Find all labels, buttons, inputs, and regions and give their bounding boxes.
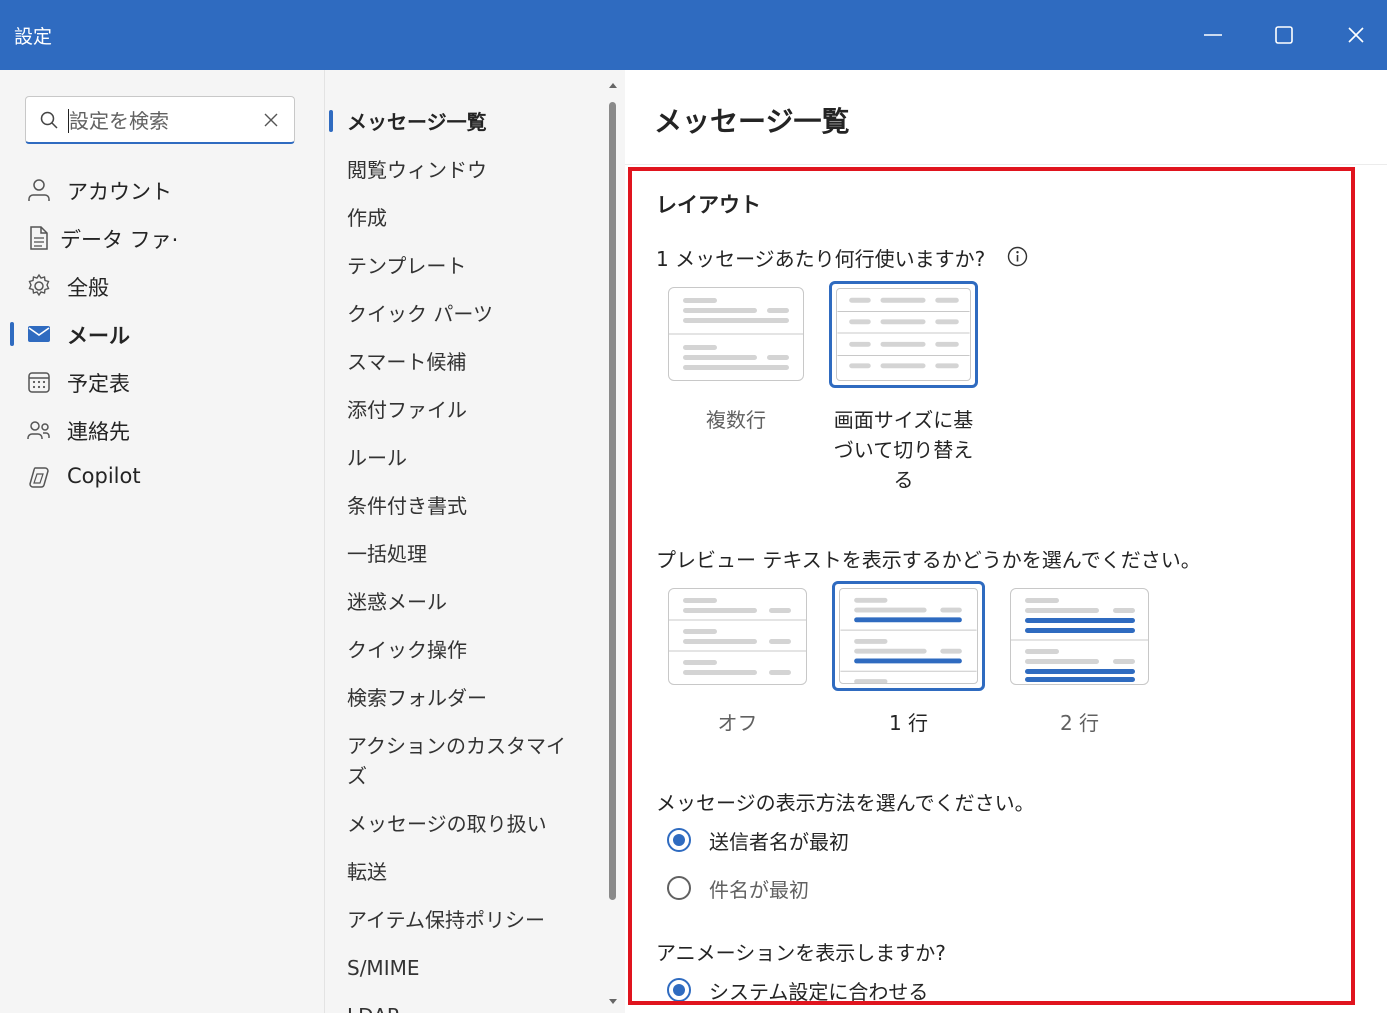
mail-nav-item[interactable]: クイック操作: [347, 635, 467, 665]
scroll-down-icon[interactable]: [606, 996, 620, 1008]
mail-nav-item[interactable]: クイック パーツ: [347, 299, 493, 329]
close-icon: [1348, 27, 1364, 43]
mail-nav-item[interactable]: LDAP: [347, 1001, 399, 1013]
mail-nav-item[interactable]: 迷惑メール: [347, 587, 447, 617]
section-heading-layout: レイアウト: [656, 193, 761, 217]
window-title: 設定: [14, 26, 53, 48]
preview-one-line-option[interactable]: [832, 581, 985, 691]
layout-multiline-option[interactable]: [668, 287, 804, 381]
system-setting-radio[interactable]: [667, 978, 691, 1002]
preview-off-option[interactable]: [668, 588, 807, 685]
nav-item-label: データ ファ·: [60, 228, 179, 252]
mail-nav-item[interactable]: 転送: [347, 857, 387, 887]
layout-auto-option[interactable]: [829, 281, 978, 388]
mail-nav-item[interactable]: テンプレート: [347, 251, 466, 281]
preview-one-line-icon: [839, 588, 978, 684]
mail-nav-item[interactable]: 閲覧ウィンドウ: [347, 155, 487, 185]
nav-item-label: 連絡先: [67, 420, 130, 444]
clear-search-icon[interactable]: [262, 111, 280, 129]
sender-first-radio[interactable]: [667, 828, 691, 852]
preview-two-lines-icon: [1011, 598, 1148, 682]
document-icon: [30, 226, 48, 250]
radio-label: 件名が最初: [709, 878, 809, 902]
minimize-icon: [1204, 34, 1222, 36]
mail-nav-item[interactable]: 添付ファイル: [347, 395, 467, 425]
option-label: 2 行: [1059, 711, 1100, 735]
subject-first-radio[interactable]: [667, 876, 691, 900]
scroll-up-icon[interactable]: [606, 79, 620, 91]
mail-icon: [28, 326, 50, 342]
mail-nav-item[interactable]: ルール: [347, 443, 407, 473]
option-label: 1 行: [888, 711, 929, 735]
maximize-icon: [1275, 26, 1293, 44]
search-icon: [40, 111, 58, 129]
nav-item-label: メール: [67, 324, 130, 348]
multiline-preview-icon: [669, 298, 803, 370]
nav-item-label: 全般: [67, 276, 109, 300]
lines-question: 1 メッセージあたり何行使いますか?: [656, 247, 986, 271]
mail-nav-item[interactable]: スマート候補: [347, 347, 466, 377]
person-icon: [28, 179, 50, 201]
option-label: 複数行: [706, 408, 766, 432]
settings-search-box[interactable]: [25, 96, 295, 144]
divider: [625, 164, 1387, 165]
nav-item-contacts[interactable]: 連絡先: [0, 409, 324, 449]
active-indicator: [329, 110, 333, 132]
copilot-icon: [29, 467, 49, 488]
settings-category-nav: アカウント データ ファ· 全般 メール 予定表 連絡先 Copilot: [0, 70, 324, 1013]
minimize-button[interactable]: [1195, 17, 1231, 53]
nav-item-general[interactable]: 全般: [0, 265, 324, 305]
display-question: メッセージの表示方法を選んでください。: [656, 791, 1035, 815]
nav-item-label: Copilot: [67, 464, 141, 488]
nav-item-account[interactable]: アカウント: [0, 169, 324, 209]
radio-label: システム設定に合わせる: [709, 980, 929, 1004]
preview-question: プレビュー テキストを表示するかどうかを選んでください。: [656, 548, 1201, 572]
mail-nav-item-message-list[interactable]: メッセージ一覧: [347, 107, 487, 137]
preview-two-lines-option[interactable]: [1010, 588, 1149, 685]
mail-nav-item[interactable]: メッセージの取り扱い: [347, 809, 547, 839]
mail-settings-nav: メッセージ一覧 閲覧ウィンドウ 作成 テンプレート クイック パーツ スマート候…: [324, 70, 625, 1013]
single-line-preview-icon: [836, 288, 971, 381]
search-input[interactable]: [69, 107, 249, 135]
nav-item-label: アカウント: [67, 180, 172, 204]
mail-nav-item[interactable]: 作成: [347, 203, 387, 233]
page-title: メッセージ一覧: [654, 105, 850, 138]
mail-nav-item[interactable]: 条件付き書式: [347, 491, 467, 521]
nav-item-mail[interactable]: メール: [0, 313, 324, 353]
active-indicator: [10, 322, 14, 346]
mail-nav-item[interactable]: 検索フォルダー: [347, 683, 487, 713]
mail-nav-item[interactable]: 一括処理: [347, 539, 427, 569]
nav-item-data-files[interactable]: データ ファ·: [0, 217, 324, 257]
nav-item-copilot[interactable]: Copilot: [0, 457, 324, 497]
gear-icon: [28, 273, 50, 297]
option-label: オフ: [717, 711, 758, 735]
animation-question: アニメーションを表示しますか?: [656, 941, 946, 965]
title-bar: 設定: [0, 0, 1387, 70]
scrollbar-thumb[interactable]: [609, 102, 616, 900]
preview-off-icon: [669, 598, 806, 675]
mail-nav-item[interactable]: アクションのカスタマイ ズ: [347, 731, 566, 791]
nav-item-calendar[interactable]: 予定表: [0, 361, 324, 401]
info-icon[interactable]: [1007, 246, 1028, 267]
maximize-button[interactable]: [1266, 17, 1302, 53]
radio-label: 送信者名が最初: [709, 830, 849, 854]
calendar-icon: [28, 372, 50, 393]
close-button[interactable]: [1338, 17, 1374, 53]
nav-item-label: 予定表: [67, 372, 130, 396]
mail-nav-item[interactable]: S/MIME: [347, 953, 419, 983]
people-icon: [27, 421, 50, 439]
mail-nav-item[interactable]: アイテム保持ポリシー: [347, 905, 545, 935]
option-label: 画面サイズに基 づいて切り替え る: [833, 408, 974, 492]
